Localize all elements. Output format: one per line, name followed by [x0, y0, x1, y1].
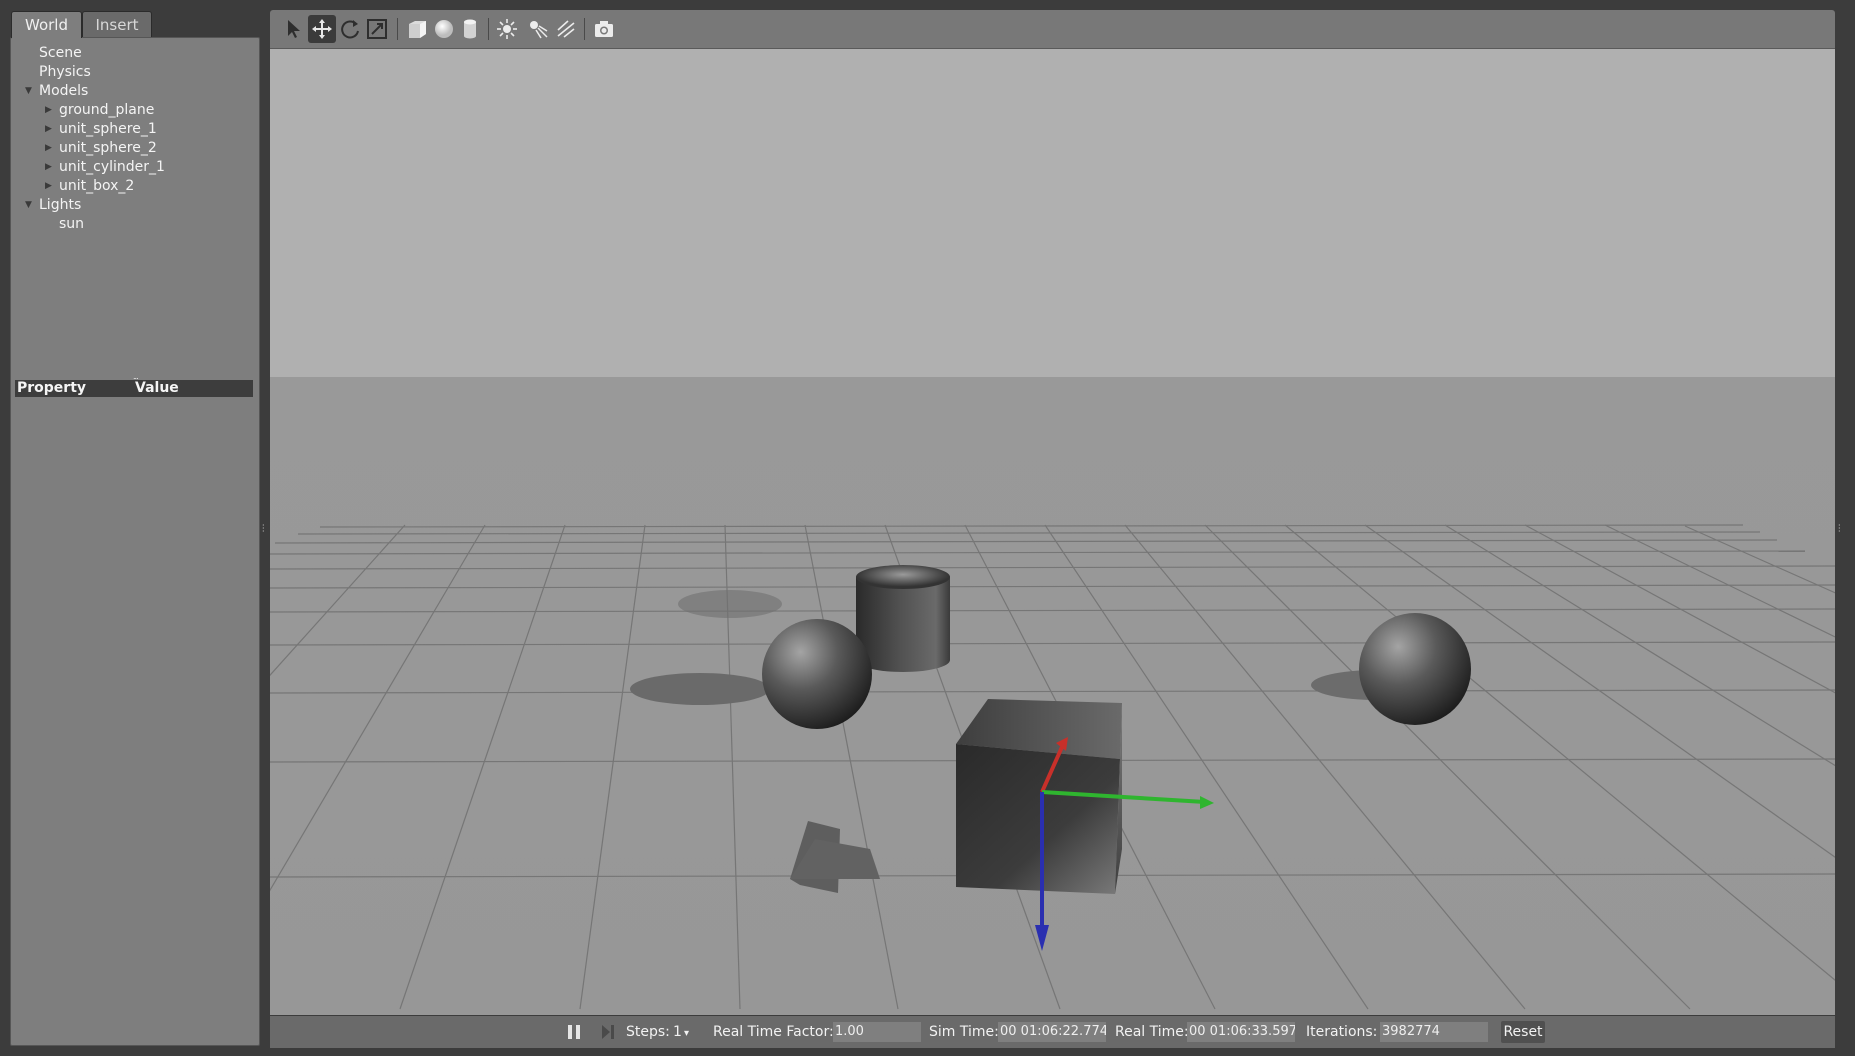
collapse-arrow-icon[interactable]: ▶: [45, 139, 52, 158]
pause-icon[interactable]: [566, 1024, 582, 1044]
sphere-shape-icon[interactable]: [430, 15, 458, 43]
steps-label: Steps:: [626, 1024, 670, 1040]
toolbar-separator: [488, 18, 489, 40]
tab-world[interactable]: World: [11, 11, 82, 38]
tree-item-light[interactable]: sun: [59, 215, 84, 234]
world-tree-panel: Scene Physics ▼ Models ▶ ground_plane ▶ …: [10, 37, 260, 1046]
toolbar-separator: [584, 18, 585, 40]
sim-time-label: Sim Time:: [929, 1024, 999, 1040]
iterations-label: Iterations:: [1306, 1024, 1378, 1040]
box-shape-icon[interactable]: [403, 15, 431, 43]
real-time-factor-label: Real Time Factor:: [713, 1024, 834, 1040]
reset-button[interactable]: Reset: [1501, 1021, 1545, 1043]
scene-viewport[interactable]: [270, 48, 1835, 1015]
collapse-arrow-icon[interactable]: ▶: [45, 177, 52, 196]
real-time-field: 00 01:06:33.597: [1187, 1022, 1295, 1042]
collapse-arrow-icon[interactable]: ▶: [45, 158, 52, 177]
collapse-arrow-icon[interactable]: ▶: [45, 120, 52, 139]
real-time-factor-field: 1.00: [833, 1022, 921, 1042]
tree-item-model[interactable]: unit_sphere_1: [59, 120, 157, 139]
steps-value[interactable]: 1: [673, 1023, 682, 1041]
value-column-header[interactable]: Value: [135, 380, 179, 397]
screenshot-camera-icon[interactable]: [590, 15, 618, 43]
tree-item-models[interactable]: Models: [39, 82, 88, 101]
rotate-icon[interactable]: [336, 15, 364, 43]
point-light-icon[interactable]: [493, 15, 521, 43]
sphere-1-shadow: [630, 673, 770, 705]
spot-light-icon[interactable]: [524, 15, 552, 43]
real-time-label: Real Time:: [1115, 1024, 1189, 1040]
left-panel: World Insert Scene Physics ▼ Models ▶ gr…: [0, 0, 265, 1056]
left-panel-collapse-handle[interactable]: · · ·: [262, 522, 265, 536]
steps-dropdown-icon[interactable]: ▾: [684, 1025, 689, 1043]
unit-sphere-2[interactable]: [1359, 613, 1471, 725]
tab-insert[interactable]: Insert: [82, 11, 152, 37]
unit-cylinder-1[interactable]: [856, 565, 950, 672]
collapse-arrow-icon[interactable]: ▶: [45, 101, 52, 120]
toolbar-separator: [397, 18, 398, 40]
cylinder-shadow: [678, 590, 782, 618]
scene-render[interactable]: [270, 49, 1835, 1015]
tree-item-model[interactable]: unit_box_2: [59, 177, 134, 196]
tree-item-scene[interactable]: Scene: [39, 44, 82, 63]
directional-light-icon[interactable]: [552, 15, 580, 43]
tree-item-model[interactable]: ground_plane: [59, 101, 154, 120]
translate-icon[interactable]: [308, 15, 336, 43]
sim-time-field: 00 01:06:22.774: [998, 1022, 1106, 1042]
tree-item-physics[interactable]: Physics: [39, 63, 91, 82]
cylinder-shape-icon[interactable]: [456, 15, 484, 43]
simulation-status-bar: Steps: 1 ▾ Real Time Factor: 1.00 Sim Ti…: [270, 1016, 1835, 1048]
property-column-header[interactable]: Property: [17, 380, 86, 397]
expand-arrow-icon[interactable]: ▼: [25, 82, 32, 101]
unit-sphere-1[interactable]: [762, 619, 872, 729]
iterations-field: 3982774: [1380, 1022, 1488, 1042]
scale-icon[interactable]: [363, 15, 391, 43]
right-panel-collapse-handle[interactable]: · · ·: [1838, 522, 1842, 536]
property-table-header: Property Value: [15, 380, 253, 397]
tree-item-model[interactable]: unit_cylinder_1: [59, 158, 165, 177]
tree-item-model[interactable]: unit_sphere_2: [59, 139, 157, 158]
sky: [270, 49, 1835, 377]
tree-item-lights[interactable]: Lights: [39, 196, 81, 215]
step-forward-icon[interactable]: [600, 1024, 616, 1044]
toolbar: [270, 10, 1835, 48]
expand-arrow-icon[interactable]: ▼: [25, 196, 32, 215]
select-arrow-icon[interactable]: [281, 15, 309, 43]
